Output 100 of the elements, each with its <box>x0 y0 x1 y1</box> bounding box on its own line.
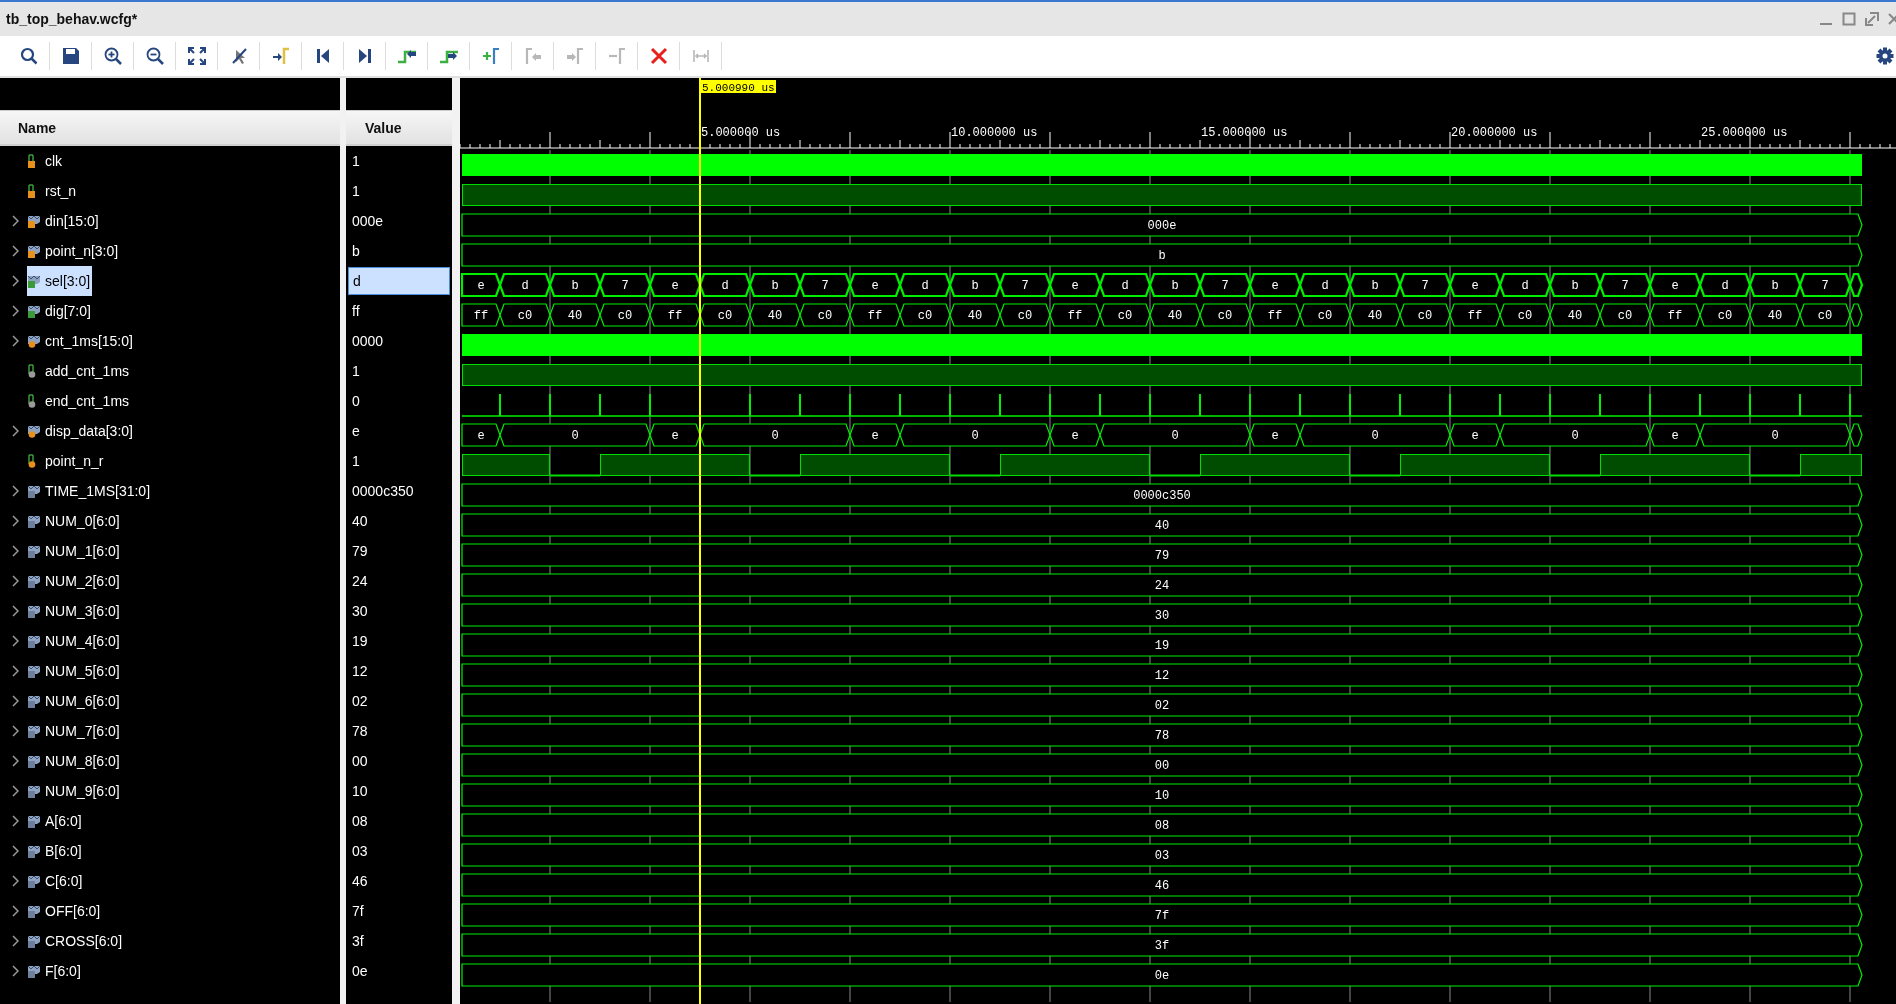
signal-value: 24 <box>351 572 369 591</box>
signal-name[interactable]: F[6:0] <box>45 963 81 979</box>
signal-name[interactable]: din[15:0] <box>45 213 99 229</box>
bus-segment: ff <box>849 303 901 327</box>
signal-name[interactable]: cnt_1ms[15:0] <box>45 333 133 349</box>
bus-segment: 40 <box>749 303 801 327</box>
expand-icon[interactable] <box>12 935 19 947</box>
expand-icon[interactable] <box>12 635 19 647</box>
signal-value: 1 <box>351 362 361 381</box>
bus-segment: e <box>1649 423 1701 447</box>
bus-segment <box>1849 423 1863 447</box>
signal-name[interactable]: B[6:0] <box>45 843 82 859</box>
remove-marker-icon <box>607 47 626 65</box>
bus-segment: e <box>1048 272 1102 298</box>
zoom-fit-icon <box>187 47 206 65</box>
signal-name[interactable]: NUM_9[6:0] <box>45 783 120 799</box>
signal-name[interactable]: disp_data[3:0] <box>45 423 133 439</box>
arrow-to-marker-icon <box>271 47 290 65</box>
signal-name[interactable]: point_n[3:0] <box>45 243 119 259</box>
signal-name[interactable]: C[6:0] <box>45 873 83 889</box>
expand-icon[interactable] <box>12 575 19 587</box>
signal-name[interactable]: NUM_5[6:0] <box>45 663 120 679</box>
bus-waveform: 19 <box>461 633 1863 657</box>
bus-segment: e <box>1449 423 1501 447</box>
expand-icon[interactable] <box>12 215 19 227</box>
zoom-out-icon <box>145 47 164 65</box>
bus-segment: 7 <box>1598 272 1652 298</box>
signal-name[interactable]: NUM_4[6:0] <box>45 633 120 649</box>
time-label: 5.000000 us <box>701 126 781 140</box>
signal-name[interactable]: NUM_8[6:0] <box>45 753 120 769</box>
bus-waveform: 10 <box>461 783 1863 807</box>
bus-segment: b <box>948 272 1002 298</box>
bus-segment: 40 <box>1749 303 1801 327</box>
bus-segment: d <box>1298 272 1352 298</box>
bus-segment: c0 <box>599 303 651 327</box>
signal-name[interactable]: add_cnt_1ms <box>45 363 130 379</box>
bus-segment <box>1848 272 1864 298</box>
restore-icon[interactable] <box>1865 12 1879 26</box>
signal-name[interactable]: rst_n <box>45 183 77 199</box>
bus-segment: e <box>1248 272 1302 298</box>
signal-name[interactable]: dig[7:0] <box>45 303 91 319</box>
expand-icon[interactable] <box>12 845 19 857</box>
expand-icon[interactable] <box>12 875 19 887</box>
bus-segment: c0 <box>1199 303 1251 327</box>
expand-icon[interactable] <box>12 905 19 917</box>
expand-icon[interactable] <box>12 815 19 827</box>
expand-icon[interactable] <box>12 425 19 437</box>
signal-name[interactable]: clk <box>45 153 63 169</box>
signal-name[interactable]: point_n_r <box>45 453 104 469</box>
cursor-time-label: 5.000990 us <box>700 80 776 94</box>
expand-icon[interactable] <box>12 275 19 287</box>
column-header[interactable]: Value <box>346 110 452 146</box>
settings-icon[interactable] <box>1876 47 1894 65</box>
time-label: 20.000000 us <box>1451 126 1538 140</box>
signal-value: 1 <box>351 152 361 171</box>
signal-value: 3f <box>351 932 365 951</box>
expand-icon[interactable] <box>12 785 19 797</box>
maximize-icon[interactable] <box>1842 12 1856 26</box>
expand-icon[interactable] <box>12 335 19 347</box>
add-marker-icon <box>481 47 500 65</box>
bus-segment: ff <box>649 303 701 327</box>
expand-icon[interactable] <box>12 965 19 977</box>
bus-segment: c0 <box>1099 303 1151 327</box>
signal-name[interactable]: NUM_1[6:0] <box>45 543 120 559</box>
signal-value: 000e <box>351 212 385 231</box>
signal-name[interactable]: A[6:0] <box>45 813 82 829</box>
signal-name[interactable]: NUM_2[6:0] <box>45 573 120 589</box>
bus-segment: c0 <box>799 303 851 327</box>
bus-segment: ff <box>1649 303 1701 327</box>
bus-segment: ff <box>1049 303 1101 327</box>
expand-icon[interactable] <box>12 515 19 527</box>
signal-name[interactable]: NUM_3[6:0] <box>45 603 120 619</box>
bus-waveform: 02 <box>461 693 1863 717</box>
signal-value: 10 <box>351 782 369 801</box>
expand-icon[interactable] <box>12 605 19 617</box>
bus-waveform: 000e <box>461 213 1863 237</box>
expand-icon[interactable] <box>12 755 19 767</box>
expand-icon[interactable] <box>12 305 19 317</box>
signal-name[interactable]: OFF[6:0] <box>45 903 101 919</box>
expand-icon[interactable] <box>12 545 19 557</box>
close-icon[interactable] <box>1888 12 1896 26</box>
signal-value: 1 <box>351 452 361 471</box>
expand-icon[interactable] <box>12 245 19 257</box>
signal-name[interactable]: NUM_7[6:0] <box>45 723 120 739</box>
expand-icon[interactable] <box>12 485 19 497</box>
signal-name[interactable]: TIME_1MS[31:0] <box>45 483 151 499</box>
signal-name[interactable]: CROSS[6:0] <box>45 933 123 949</box>
signal-value: 79 <box>351 542 369 561</box>
signal-name[interactable]: end_cnt_1ms <box>45 393 130 409</box>
bus-segment: e <box>848 272 902 298</box>
column-header[interactable]: Name <box>0 110 340 146</box>
bus-segment: c0 <box>1499 303 1551 327</box>
signal-value: b <box>351 242 361 261</box>
expand-icon[interactable] <box>12 665 19 677</box>
signal-name[interactable]: NUM_6[6:0] <box>45 693 120 709</box>
expand-icon[interactable] <box>12 725 19 737</box>
bus-segment: b <box>548 272 602 298</box>
bus-segment: c0 <box>1699 303 1751 327</box>
signal-name[interactable]: NUM_0[6:0] <box>45 513 120 529</box>
expand-icon[interactable] <box>12 695 19 707</box>
